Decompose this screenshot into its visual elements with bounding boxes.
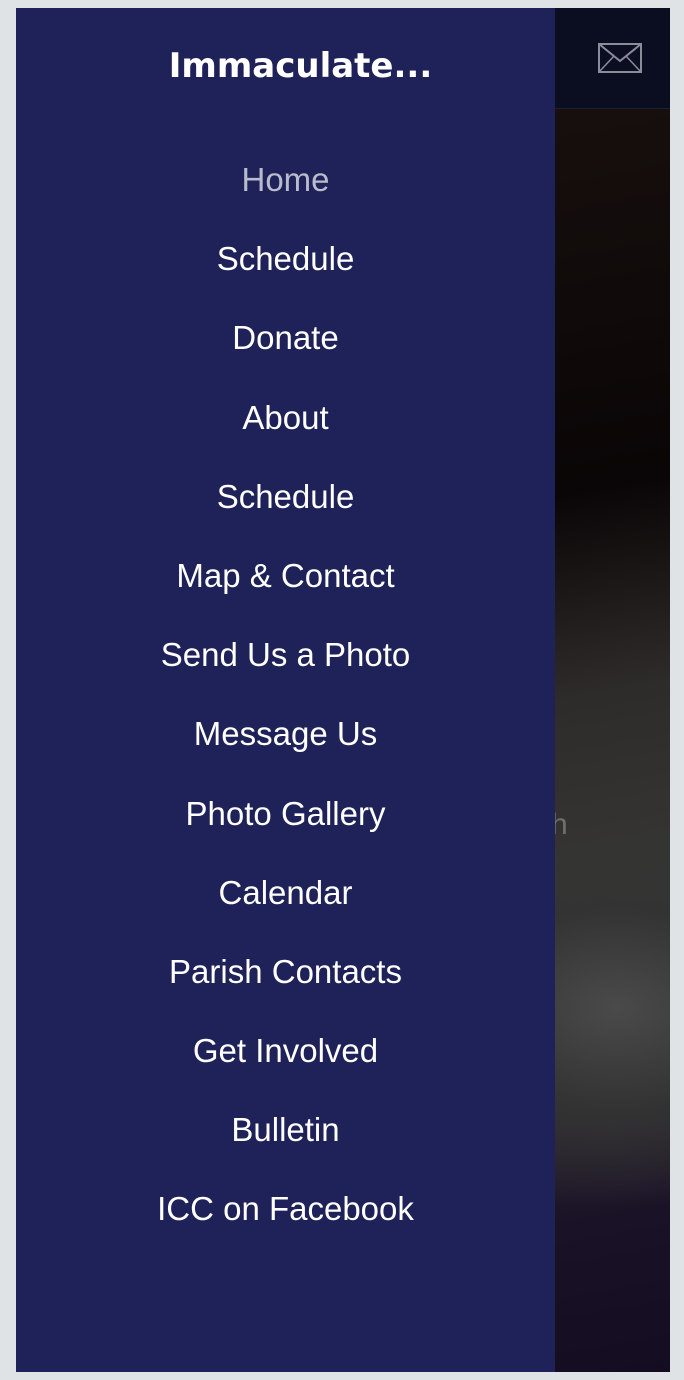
nav-item-message-us[interactable]: Message Us xyxy=(16,705,555,784)
site-title: Immaculate... xyxy=(168,46,433,86)
nav-item-facebook[interactable]: ICC on Facebook xyxy=(16,1180,555,1259)
nav-item-donate[interactable]: Donate xyxy=(16,309,555,388)
nav-item-map-contact[interactable]: Map & Contact xyxy=(16,547,555,626)
app-screen: ch Immaculate... Home Schedule Donate Ab… xyxy=(16,8,670,1372)
nav-item-calendar[interactable]: Calendar xyxy=(16,864,555,943)
nav-item-schedule[interactable]: Schedule xyxy=(16,230,555,309)
nav-item-bulletin[interactable]: Bulletin xyxy=(16,1101,555,1180)
nav-item-get-involved[interactable]: Get Involved xyxy=(16,1022,555,1101)
nav-item-photo-gallery[interactable]: Photo Gallery xyxy=(16,785,555,864)
nav-item-home[interactable]: Home xyxy=(16,151,555,230)
nav-item-about[interactable]: About xyxy=(16,389,555,468)
nav-item-parish-contacts[interactable]: Parish Contacts xyxy=(16,943,555,1022)
navigation-drawer: Immaculate... Home Schedule Donate About… xyxy=(16,8,555,1372)
nav-menu: Home Schedule Donate About Schedule Map … xyxy=(16,151,555,1260)
envelope-icon[interactable] xyxy=(598,43,642,73)
nav-item-schedule-2[interactable]: Schedule xyxy=(16,468,555,547)
nav-item-send-photo[interactable]: Send Us a Photo xyxy=(16,626,555,705)
